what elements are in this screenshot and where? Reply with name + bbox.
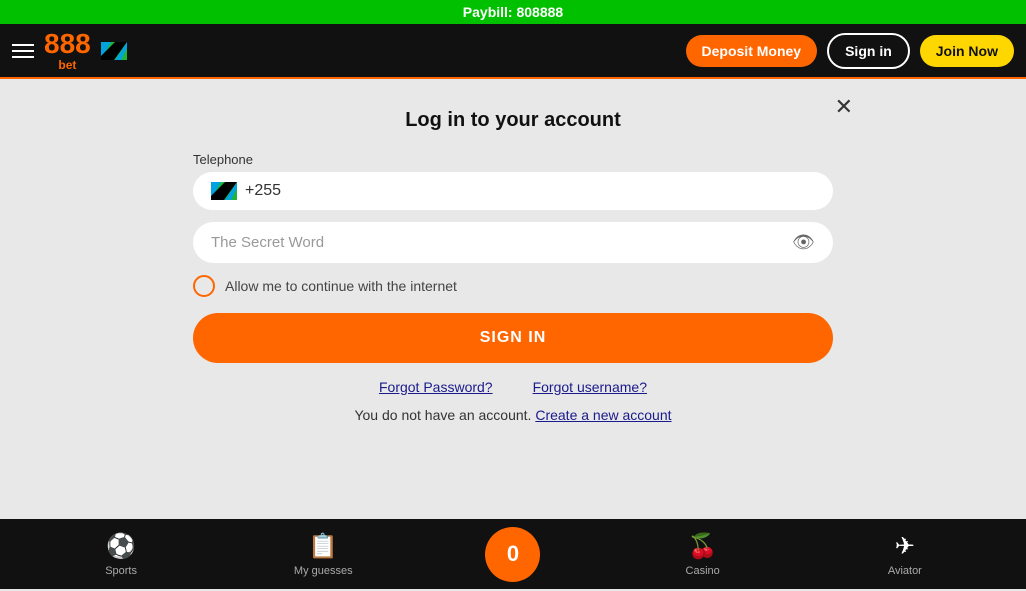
myguesses-label: My guesses: [294, 565, 353, 577]
flag-icon: [101, 42, 127, 60]
deposit-money-button[interactable]: Deposit Money: [686, 35, 818, 67]
create-account-link[interactable]: Create a new account: [535, 407, 671, 423]
login-title: Log in to your account: [193, 109, 833, 132]
hamburger-menu[interactable]: [12, 44, 34, 58]
bottom-nav: ⚽ Sports 📋 My guesses 0 🍒 Casino ✈ Aviat…: [0, 519, 1026, 589]
center-count: 0: [507, 541, 519, 567]
close-button[interactable]: ✕: [835, 94, 853, 120]
password-group: 👁: [193, 222, 833, 263]
nav-sports[interactable]: ⚽ Sports: [81, 532, 161, 577]
forgot-password-link[interactable]: Forgot Password?: [379, 379, 493, 395]
sports-icon: ⚽: [106, 532, 136, 561]
nav-aviator[interactable]: ✈ Aviator: [865, 532, 945, 577]
sign-in-button[interactable]: Sign in: [827, 33, 910, 69]
casino-label: Casino: [686, 565, 720, 577]
join-now-button[interactable]: Join Now: [920, 35, 1014, 67]
nav-center-button[interactable]: 0: [485, 527, 540, 582]
header: 888 bet Deposit Money Sign in Join Now: [0, 24, 1026, 79]
nav-casino[interactable]: 🍒 Casino: [663, 532, 743, 577]
logo-bet: bet: [58, 58, 76, 72]
eye-icon[interactable]: 👁: [792, 232, 815, 253]
remember-me-row: Allow me to continue with the internet: [193, 275, 833, 297]
remember-me-label: Allow me to continue with the internet: [225, 278, 457, 294]
nav-myguesses[interactable]: 📋 My guesses: [283, 532, 363, 577]
no-account-row: You do not have an account. Create a new…: [193, 407, 833, 423]
aviator-label: Aviator: [888, 565, 922, 577]
phone-input[interactable]: [289, 182, 815, 200]
login-modal: ✕ Log in to your account Telephone +255: [163, 89, 863, 453]
sports-label: Sports: [105, 565, 137, 577]
logo-888: 888: [44, 30, 91, 58]
casino-icon: 🍒: [688, 532, 718, 561]
phone-flag-icon: [211, 182, 237, 200]
sign-in-submit-button[interactable]: SIGN IN: [193, 313, 833, 363]
header-left: 888 bet: [12, 30, 127, 72]
password-input-wrapper: 👁: [193, 222, 833, 263]
telephone-group: Telephone +255: [193, 152, 833, 210]
telephone-label: Telephone: [193, 152, 833, 167]
links-row: Forgot Password? Forgot username?: [193, 379, 833, 395]
phone-input-wrapper: +255: [193, 172, 833, 210]
myguesses-icon: 📋: [308, 532, 338, 561]
paybill-text: Paybill: 808888: [463, 4, 563, 20]
aviator-icon: ✈: [895, 532, 915, 561]
phone-code: +255: [245, 182, 281, 200]
password-input[interactable]: [211, 234, 792, 251]
paybill-bar: Paybill: 808888: [0, 0, 1026, 24]
remember-me-checkbox[interactable]: [193, 275, 215, 297]
forgot-username-link[interactable]: Forgot username?: [533, 379, 647, 395]
header-right: Deposit Money Sign in Join Now: [686, 33, 1014, 69]
no-account-text: You do not have an account.: [354, 407, 531, 423]
main-content: ✕ Log in to your account Telephone +255: [0, 79, 1026, 519]
logo: 888 bet: [44, 30, 91, 72]
